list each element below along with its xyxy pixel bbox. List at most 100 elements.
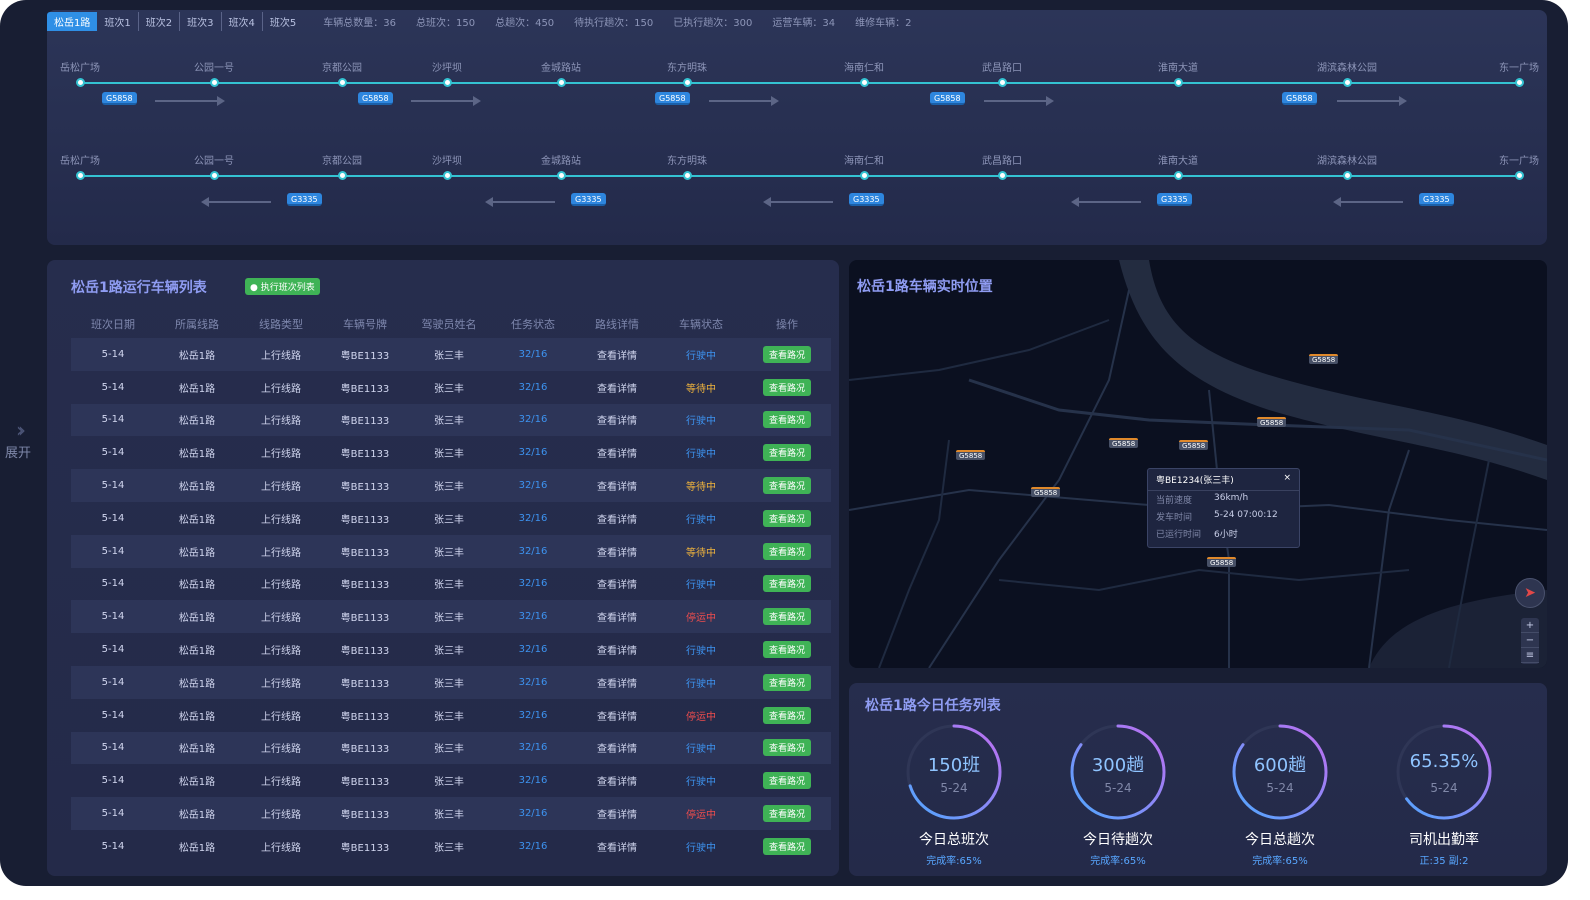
bus-marker[interactable]: G3335 [287, 193, 322, 206]
zoom-in-button[interactable]: + [1521, 618, 1539, 633]
stop-marker[interactable] [860, 171, 869, 180]
view-road-button[interactable]: 查看路况 [762, 444, 811, 462]
tab-shift-5[interactable]: 班次5 [263, 12, 303, 31]
table-row[interactable]: 5-14 松岳1路 上行线路 粤BE1133 张三丰 32/16 查看详情 等待中 查看路况 [71, 469, 831, 502]
tab-line[interactable]: 松岳1路 [47, 11, 98, 31]
cell-detail[interactable]: 查看详情 [575, 478, 659, 493]
cell-detail[interactable]: 查看详情 [575, 708, 659, 723]
stop-marker[interactable] [683, 171, 692, 180]
table-row[interactable]: 5-14 松岳1路 上行线路 粤BE1133 张三丰 32/16 查看详情 等待中 查看路况 [71, 534, 831, 568]
stop-marker[interactable] [210, 78, 219, 87]
cell-detail[interactable]: 查看详情 [575, 642, 659, 657]
stop-marker[interactable] [1515, 171, 1524, 180]
city-map[interactable] [849, 260, 1547, 668]
cell-detail[interactable]: 查看详情 [575, 347, 659, 362]
stop-marker[interactable] [76, 171, 85, 180]
bus-marker[interactable]: G5858 [1282, 92, 1317, 105]
stop-marker[interactable] [1343, 78, 1352, 87]
view-road-button[interactable]: 查看路况 [762, 477, 811, 495]
live-shift-badge[interactable]: ● 执行班次列表 [245, 278, 320, 295]
cell-detail[interactable]: 查看详情 [575, 412, 659, 427]
table-row[interactable]: 5-14 松岳1路 上行线路 粤BE1133 张三丰 32/16 查看详情 行驶中 查看路况 [71, 731, 831, 765]
view-road-button[interactable]: 查看路况 [762, 772, 811, 790]
view-road-button[interactable]: 查看路况 [762, 575, 811, 593]
stop-marker[interactable] [557, 78, 566, 87]
view-road-button[interactable]: 查看路况 [762, 673, 811, 691]
map-bus-marker[interactable]: G5858 [1179, 440, 1209, 450]
close-icon[interactable]: × [1283, 473, 1291, 486]
map-bus-marker[interactable]: G5858 [1257, 417, 1287, 427]
tab-shift-1[interactable]: 班次1 [97, 11, 139, 31]
cell-detail[interactable]: 查看详情 [575, 445, 659, 460]
tab-shift-2[interactable]: 班次2 [139, 11, 181, 31]
expand-sidebar-button[interactable]: ›› 展开 [0, 418, 36, 461]
map-bus-marker[interactable]: G5858 [1207, 557, 1237, 567]
tab-shift-3[interactable]: 班次3 [180, 11, 222, 31]
view-road-button[interactable]: 查看路况 [762, 411, 811, 429]
compass-icon[interactable]: ➤ [1515, 578, 1545, 608]
table-row[interactable]: 5-14 松岳1路 上行线路 粤BE1133 张三丰 32/16 查看详情 等待中 查看路况 [71, 371, 831, 404]
table-row[interactable]: 5-14 松岳1路 上行线路 粤BE1133 张三丰 32/16 查看详情 行驶中 查看路况 [71, 665, 831, 699]
table-row[interactable]: 5-14 松岳1路 上行线路 粤BE1133 张三丰 32/16 查看详情 行驶中 查看路况 [71, 403, 831, 437]
stop-marker[interactable] [443, 171, 452, 180]
stop-marker[interactable] [998, 171, 1007, 180]
table-row[interactable]: 5-14 松岳1路 上行线路 粤BE1133 张三丰 32/16 查看详情 停运中 查看路况 [71, 797, 831, 830]
table-row[interactable]: 5-14 松岳1路 上行线路 粤BE1133 张三丰 32/16 查看详情 行驶中 查看路况 [71, 633, 831, 666]
table-row[interactable]: 5-14 松岳1路 上行线路 粤BE1133 张三丰 32/16 查看详情 行驶中 查看路况 [71, 764, 831, 797]
stop-marker[interactable] [683, 78, 692, 87]
tab-shift-4[interactable]: 班次4 [222, 11, 263, 31]
map-bus-marker[interactable]: G5858 [1109, 438, 1139, 448]
layers-button[interactable]: ≡ [1521, 648, 1539, 663]
map-bus-marker[interactable]: G5858 [1309, 354, 1339, 364]
cell-detail[interactable]: 查看详情 [575, 675, 659, 690]
stop-marker[interactable] [1174, 171, 1183, 180]
stop-marker[interactable] [338, 78, 347, 87]
bus-marker[interactable]: G5858 [655, 92, 690, 105]
table-row[interactable]: 5-14 松岳1路 上行线路 粤BE1133 张三丰 32/16 查看详情 行驶中 查看路况 [71, 338, 831, 371]
map-bus-marker[interactable]: G5858 [956, 450, 986, 460]
stop-marker[interactable] [998, 78, 1007, 87]
cell-detail[interactable]: 查看详情 [575, 839, 659, 854]
view-road-button[interactable]: 查看路况 [762, 509, 811, 527]
bus-marker[interactable]: G3335 [1157, 193, 1192, 206]
bus-marker[interactable]: G5858 [358, 92, 393, 105]
bus-marker[interactable]: G3335 [1419, 193, 1454, 206]
view-road-button[interactable]: 查看路况 [762, 542, 811, 560]
map-bus-marker[interactable]: G5858 [1031, 487, 1061, 497]
cell-detail[interactable]: 查看详情 [575, 511, 659, 526]
cell-detail[interactable]: 查看详情 [575, 806, 659, 821]
view-road-button[interactable]: 查看路况 [762, 345, 811, 363]
view-road-button[interactable]: 查看路况 [762, 378, 811, 396]
table-row[interactable]: 5-14 松岳1路 上行线路 粤BE1133 张三丰 32/16 查看详情 行驶中 查看路况 [71, 568, 831, 601]
view-road-button[interactable]: 查看路况 [762, 837, 811, 855]
zoom-out-button[interactable]: − [1521, 633, 1539, 648]
table-row[interactable]: 5-14 松岳1路 上行线路 粤BE1133 张三丰 32/16 查看详情 行驶中 查看路况 [71, 830, 831, 863]
stop-marker[interactable] [443, 78, 452, 87]
view-road-button[interactable]: 查看路况 [762, 608, 811, 626]
bus-marker[interactable]: G3335 [849, 193, 884, 206]
bus-marker[interactable]: G3335 [571, 193, 606, 206]
stop-marker[interactable] [1515, 78, 1524, 87]
table-row[interactable]: 5-14 松岳1路 上行线路 粤BE1133 张三丰 32/16 查看详情 行驶中 查看路况 [71, 436, 831, 469]
map-panel[interactable]: 松岳1路车辆实时位置 G5858 G5858 G5858 G5858 G5858… [849, 260, 1547, 668]
view-road-button[interactable]: 查看路况 [762, 805, 811, 823]
view-road-button[interactable]: 查看路况 [762, 739, 811, 757]
stop-marker[interactable] [557, 171, 566, 180]
stop-marker[interactable] [1174, 78, 1183, 87]
stop-marker[interactable] [1343, 171, 1352, 180]
cell-detail[interactable]: 查看详情 [575, 609, 659, 624]
stop-marker[interactable] [210, 171, 219, 180]
bus-marker[interactable]: G5858 [930, 92, 965, 105]
cell-detail[interactable]: 查看详情 [575, 773, 659, 788]
cell-detail[interactable]: 查看详情 [575, 544, 659, 559]
view-road-button[interactable]: 查看路况 [762, 706, 811, 724]
stop-marker[interactable] [76, 78, 85, 87]
stop-marker[interactable] [338, 171, 347, 180]
table-row[interactable]: 5-14 松岳1路 上行线路 粤BE1133 张三丰 32/16 查看详情 行驶中 查看路况 [71, 502, 831, 535]
table-row[interactable]: 5-14 松岳1路 上行线路 粤BE1133 张三丰 32/16 查看详情 停运中 查看路况 [71, 600, 831, 634]
cell-detail[interactable]: 查看详情 [575, 740, 659, 755]
bus-marker[interactable]: G5858 [102, 92, 137, 105]
view-road-button[interactable]: 查看路况 [762, 641, 811, 659]
stop-marker[interactable] [860, 78, 869, 87]
cell-detail[interactable]: 查看详情 [575, 576, 659, 591]
